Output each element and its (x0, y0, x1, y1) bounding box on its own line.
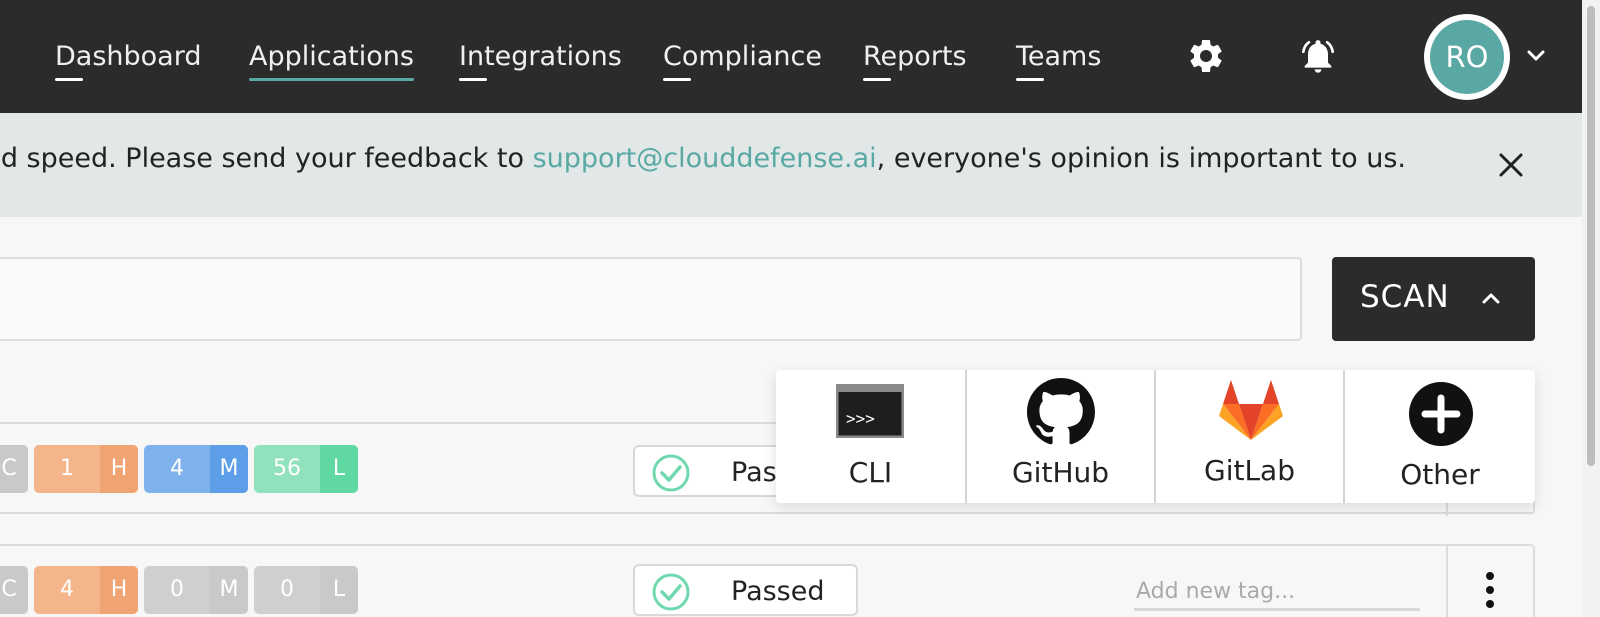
severity-count: 56 (273, 456, 301, 481)
severity-letter: C (0, 566, 28, 614)
severity-critical-chip: C (0, 566, 28, 614)
nav-underline (55, 78, 83, 81)
nav-compliance-label: Compliance (663, 41, 822, 72)
support-email-link[interactable]: support@clouddefense.ai (533, 143, 877, 174)
severity-letter: C (0, 445, 28, 493)
severity-letter: M (210, 445, 248, 493)
nav-integrations-label: Integrations (459, 41, 622, 72)
gitlab-icon (1219, 380, 1283, 440)
severity-count: 1 (60, 456, 74, 481)
nav-teams[interactable]: Teams (1016, 40, 1102, 81)
close-icon[interactable] (1496, 150, 1526, 180)
chevron-down-icon[interactable] (1524, 46, 1548, 66)
github-icon (1027, 378, 1095, 445)
severity-medium-chip: 0 M (144, 566, 248, 614)
svg-text:>>>: >>> (846, 409, 875, 428)
avatar[interactable]: RO (1424, 14, 1510, 100)
severity-count: 4 (170, 456, 184, 481)
severity-letter: H (100, 445, 138, 493)
scan-option-github[interactable]: GitHub (965, 370, 1154, 503)
severity-letter: L (320, 445, 358, 493)
terminal-icon: >>> (836, 384, 904, 438)
nav-reports-label: Reports (863, 41, 967, 72)
chevron-up-icon (1482, 293, 1500, 304)
feedback-banner: y and speed. Please send your feedback t… (0, 113, 1582, 217)
gear-icon[interactable] (1186, 36, 1226, 76)
nav-integrations[interactable]: Integrations (459, 40, 622, 81)
severity-low-chip: 0 L (254, 566, 358, 614)
search-input[interactable] (0, 257, 1302, 341)
avatar-initials: RO (1430, 20, 1504, 94)
severity-letter: M (210, 566, 248, 614)
nav-dashboard[interactable]: Dashboard (55, 40, 202, 81)
nav-teams-label: Teams (1016, 41, 1102, 72)
nav-applications[interactable]: Applications (249, 40, 414, 81)
banner-message: y and speed. Please send your feedback t… (0, 141, 1406, 177)
severity-medium-chip: 4 M (144, 445, 248, 493)
banner-text-after: , everyone's opinion is important to us. (876, 143, 1406, 174)
scan-option-label: Other (1400, 458, 1480, 491)
nav-underline (663, 78, 691, 81)
add-tag-input[interactable] (1134, 575, 1420, 611)
nav-applications-label: Applications (249, 41, 414, 72)
nav-compliance[interactable]: Compliance (663, 40, 822, 81)
scan-option-gitlab[interactable]: GitLab (1154, 370, 1343, 503)
page-scrollbar[interactable] (1582, 0, 1600, 617)
plus-circle-icon (1409, 382, 1473, 446)
banner-text-clip: y and speed. Please send your feedback t… (0, 113, 1420, 217)
status-label: Passed (731, 576, 825, 607)
severity-low-chip: 56 L (254, 445, 358, 493)
scan-option-cli[interactable]: >>> CLI (776, 370, 965, 503)
scan-button[interactable]: SCAN (1332, 257, 1535, 341)
nav-underline (863, 78, 891, 81)
severity-count: 0 (170, 577, 184, 602)
scan-option-other[interactable]: Other (1343, 370, 1535, 503)
status-badge: Passed (633, 564, 858, 616)
scan-option-label: GitHub (1011, 456, 1110, 489)
scan-option-label: CLI (848, 456, 893, 489)
severity-count: 4 (60, 577, 74, 602)
status-label: Pas (731, 457, 777, 488)
scan-button-label: SCAN (1360, 279, 1450, 315)
severity-letter: H (100, 566, 138, 614)
nav-dashboard-label: Dashboard (55, 41, 202, 72)
severity-high-chip: 1 H (34, 445, 138, 493)
kebab-menu-icon[interactable] (1478, 570, 1502, 610)
nav-reports[interactable]: Reports (863, 40, 967, 81)
nav-active-underline (249, 78, 414, 81)
nav-underline (1016, 78, 1044, 81)
check-circle-icon (652, 454, 690, 492)
scrollbar-thumb[interactable] (1587, 6, 1595, 466)
severity-count: 0 (280, 577, 294, 602)
severity-critical-chip: C (0, 445, 28, 493)
severity-letter: L (320, 566, 358, 614)
scan-option-label: GitLab (1204, 454, 1295, 487)
top-navigation: Dashboard Applications Integrations Comp… (0, 0, 1582, 113)
banner-text-before: y and speed. Please send your feedback t… (0, 143, 533, 174)
scan-source-menu: >>> CLI GitHub GitLab Other (776, 370, 1535, 503)
bell-icon[interactable] (1298, 36, 1338, 76)
severity-high-chip: 4 H (34, 566, 138, 614)
nav-underline (459, 78, 487, 81)
check-circle-icon (652, 573, 690, 611)
